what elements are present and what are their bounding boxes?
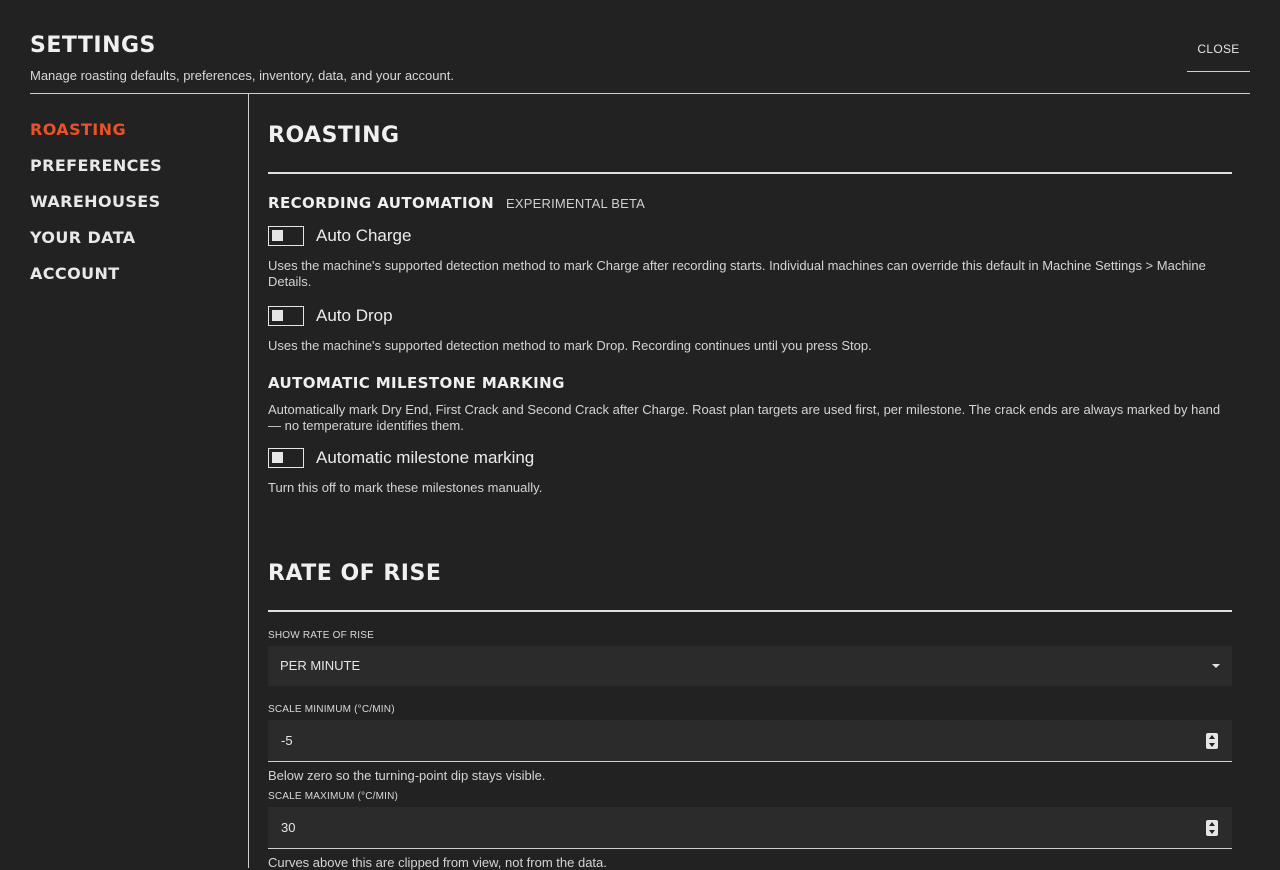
show-ror-value: PER MINUTE [280,658,361,673]
sidebar-item-preferences[interactable]: PREFERENCES [30,154,248,190]
sidebar-item-account[interactable]: ACCOUNT [30,262,248,298]
auto-drop-label: Auto Drop [316,306,393,325]
auto-drop-toggle[interactable] [268,306,304,326]
milestone-marking-row: Automatic milestone marking [268,442,1232,474]
toggle-knob [272,310,283,321]
stepper-icon[interactable] [1206,733,1218,749]
show-ror-select[interactable]: PER MINUTE [268,646,1232,686]
settings-header: SETTINGS Manage roasting defaults, prefe… [30,30,1250,94]
milestone-marking-description: Automatically mark Dry End, First Crack … [268,402,1221,433]
milestone-marking-label: Automatic milestone marking [316,448,535,467]
recording-automation-title: RECORDING AUTOMATION [268,194,495,212]
show-ror-label: SHOW RATE OF RISE [268,630,374,641]
chevron-down-icon [1212,664,1220,668]
sidebar-item-warehouses[interactable]: WAREHOUSES [30,190,248,226]
auto-charge-row: Auto Charge [268,220,1232,252]
experimental-badge: EXPERIMENTAL BETA [506,196,645,211]
scale-min-helper: Below zero so the turning-point dip stay… [268,768,546,783]
auto-charge-toggle[interactable] [268,226,304,246]
recording-automation-header: RECORDING AUTOMATION EXPERIMENTAL BETA [268,194,1232,212]
page-subtitle: Manage roasting defaults, preferences, i… [30,68,454,83]
milestone-marking-helper: Turn this off to mark these milestones m… [268,480,543,495]
scale-max-value: 30 [281,820,296,835]
toggle-knob [272,452,283,463]
scale-min-value: -5 [281,733,293,748]
milestone-marking-title: AUTOMATIC MILESTONE MARKING [268,374,565,392]
close-button[interactable]: CLOSE [1187,36,1250,72]
roasting-section-title: ROASTING [268,94,1232,174]
auto-drop-row: Auto Drop [268,300,1232,332]
settings-sidebar: ROASTING PREFERENCES WAREHOUSES YOUR DAT… [30,94,249,868]
settings-content: ROASTING RECORDING AUTOMATION EXPERIMENT… [268,94,1232,870]
page-title: SETTINGS [30,33,156,58]
auto-charge-label: Auto Charge [316,226,412,245]
scale-min-label: SCALE MINIMUM (°C/MIN) [268,704,395,715]
stepper-icon[interactable] [1206,820,1218,836]
sidebar-item-roasting[interactable]: ROASTING [30,118,248,154]
milestone-marking-toggle[interactable] [268,448,304,468]
toggle-knob [272,230,283,241]
scale-max-label: SCALE MAXIMUM (°C/MIN) [268,791,399,802]
scale-min-input[interactable]: -5 [268,720,1232,762]
rate-of-rise-title: RATE OF RISE [268,532,1232,612]
scale-max-input[interactable]: 30 [268,807,1232,849]
auto-charge-description: Uses the machine's supported detection m… [268,258,1206,289]
sidebar-item-your-data[interactable]: YOUR DATA [30,226,248,262]
auto-drop-description: Uses the machine's supported detection m… [268,338,872,353]
